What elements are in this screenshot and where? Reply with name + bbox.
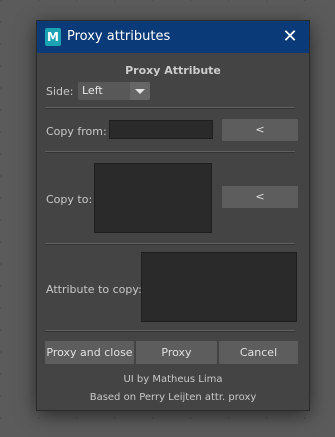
copy-from-field[interactable]: [109, 120, 213, 139]
window-title: Proxy attributes: [67, 29, 171, 44]
credit-line-2: Based on Perry Leijten attr. proxy: [89, 392, 257, 403]
cancel-button[interactable]: Cancel: [219, 341, 298, 364]
maya-app-icon: M: [45, 28, 61, 46]
side-select[interactable]: Left: [78, 82, 150, 100]
credit-line-1: UI by Matheus Lima: [123, 374, 223, 385]
copy-to-button[interactable]: <: [222, 186, 298, 208]
proxy-and-close-button[interactable]: Proxy and close: [45, 341, 134, 364]
separator: [45, 330, 295, 332]
proxy-button[interactable]: Proxy: [136, 341, 217, 364]
separator: [45, 243, 295, 245]
attribute-to-copy-label: Attribute to copy:: [46, 283, 142, 296]
copy-from-button[interactable]: <: [222, 119, 298, 141]
attribute-to-copy-list[interactable]: [141, 252, 297, 322]
proxy-attributes-window: M Proxy attributes ✕ Proxy Attribute Sid…: [36, 20, 310, 411]
separator: [45, 151, 295, 153]
close-icon[interactable]: ✕: [279, 26, 301, 48]
side-select-value: Left: [82, 84, 103, 97]
app-icon-letter: M: [47, 30, 59, 44]
section-header: Proxy Attribute: [125, 64, 221, 77]
side-label: Side:: [46, 85, 74, 98]
copy-from-label: Copy from:: [46, 125, 107, 138]
copy-to-label: Copy to:: [46, 193, 93, 206]
copy-to-list[interactable]: [94, 163, 212, 233]
chevron-down-icon[interactable]: [130, 82, 150, 100]
title-bar[interactable]: M Proxy attributes ✕: [37, 21, 309, 53]
separator: [45, 107, 295, 109]
